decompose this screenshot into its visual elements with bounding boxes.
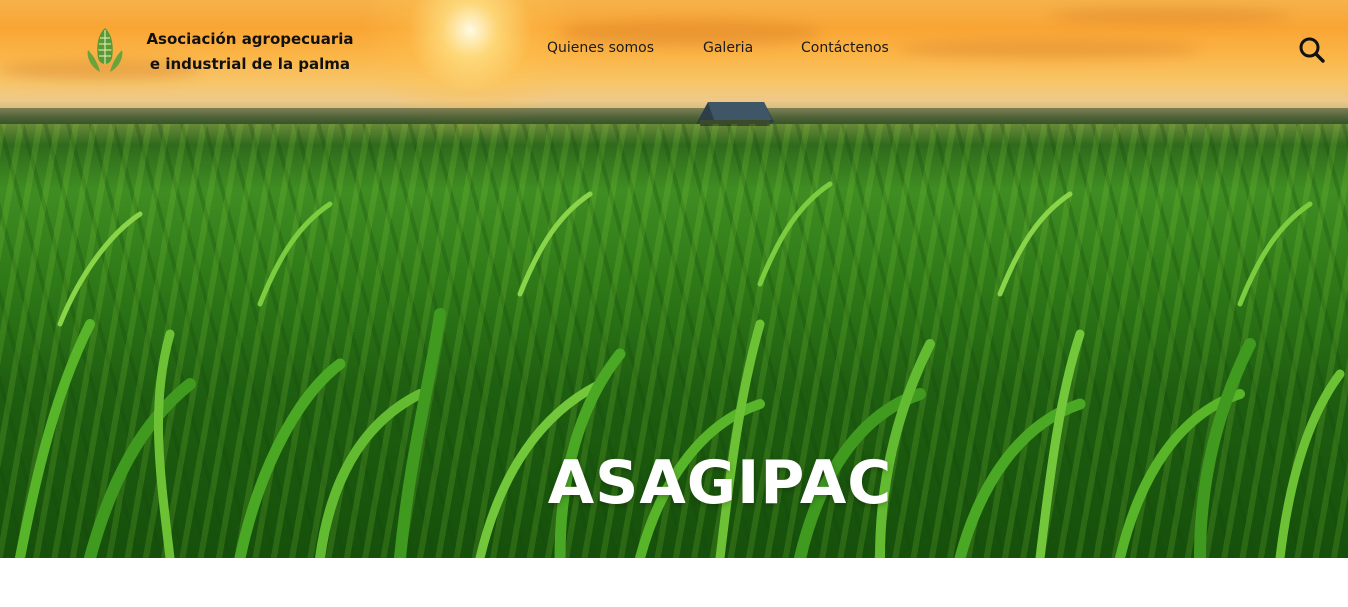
horizon-treeline (0, 108, 1348, 124)
search-icon[interactable] (1298, 36, 1326, 64)
corn-cob-icon[interactable] (84, 24, 126, 74)
site-header: Asociación agropecuaria e industrial de … (0, 0, 1348, 100)
brand-line-2: e industrial de la palma (149, 55, 351, 73)
nav-item-quienes-somos[interactable]: Quienes somos (547, 40, 654, 56)
page-content-area (0, 558, 1348, 607)
brand-line-1: Asociación agropecuaria (146, 30, 354, 48)
nav-item-galeria[interactable]: Galeria (703, 40, 753, 56)
nav-item-contactenos[interactable]: Contáctenos (801, 40, 889, 56)
brand-name[interactable]: Asociación agropecuaria e industrial de … (140, 27, 360, 77)
hero-title: ASAGIPAC (547, 448, 893, 518)
barn-image (696, 102, 774, 126)
hero-banner: Asociación agropecuaria e industrial de … (0, 0, 1348, 558)
